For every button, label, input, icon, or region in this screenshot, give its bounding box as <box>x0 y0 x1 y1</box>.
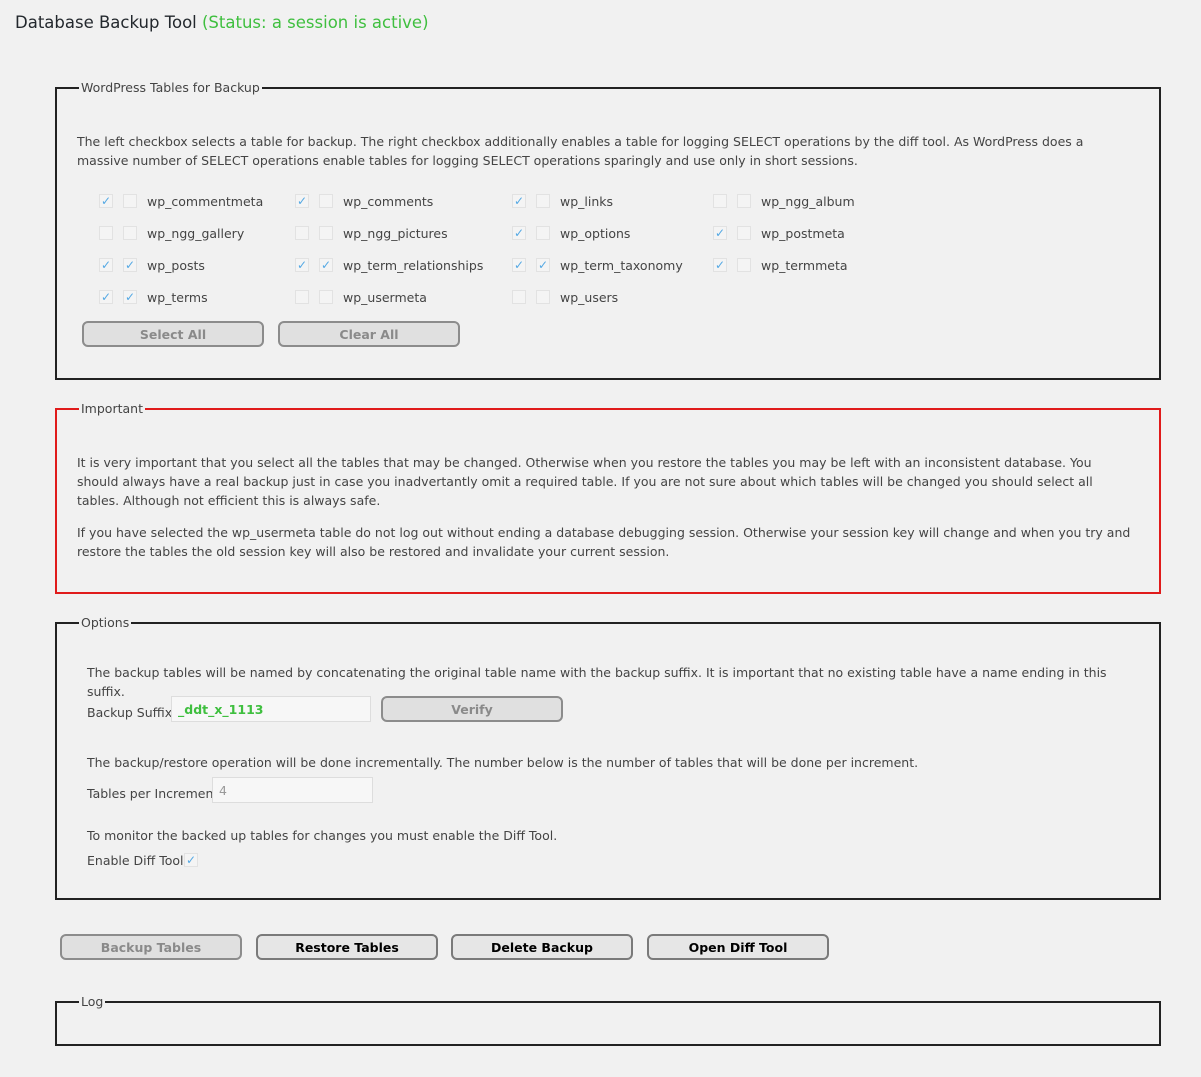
log-select-checkbox[interactable] <box>123 226 137 240</box>
table-option: wp_postmeta <box>713 225 845 241</box>
select-all-button[interactable]: Select All <box>82 321 264 347</box>
log-select-checkbox[interactable] <box>123 194 137 208</box>
log-select-checkbox[interactable] <box>737 258 751 272</box>
log-select-checkbox[interactable] <box>319 258 333 272</box>
log-select-checkbox[interactable] <box>737 194 751 208</box>
enable-diff-tool-checkbox[interactable] <box>184 853 198 867</box>
table-name-label: wp_termmeta <box>761 257 848 273</box>
table-name-label: wp_users <box>560 289 619 305</box>
backup-checkbox[interactable] <box>512 290 526 304</box>
backup-checkbox[interactable] <box>713 258 727 272</box>
table-option: wp_ngg_album <box>713 193 855 209</box>
table-name-label: wp_term_relationships <box>343 257 484 273</box>
table-option: wp_term_relationships <box>295 257 483 273</box>
table-option: wp_ngg_gallery <box>99 225 244 241</box>
table-option: wp_usermeta <box>295 289 427 305</box>
table-name-label: wp_postmeta <box>761 225 845 241</box>
backup-checkbox[interactable] <box>295 226 309 240</box>
log-select-checkbox[interactable] <box>536 194 550 208</box>
important-legend: Important <box>79 401 145 417</box>
backup-checkbox[interactable] <box>99 194 113 208</box>
log-select-checkbox[interactable] <box>536 290 550 304</box>
important-paragraph-1: It is very important that you select all… <box>77 455 1093 508</box>
table-name-label: wp_ngg_album <box>761 193 855 209</box>
tables-per-increment-label: Tables per Increment: <box>87 786 223 801</box>
log-select-checkbox[interactable] <box>536 258 550 272</box>
table-name-label: wp_comments <box>343 193 434 209</box>
page-title-text: Database Backup Tool <box>15 13 197 32</box>
increment-description: The backup/restore operation will be don… <box>87 755 919 770</box>
verify-button[interactable]: Verify <box>381 696 563 722</box>
table-name-label: wp_usermeta <box>343 289 427 305</box>
table-name-label: wp_commentmeta <box>147 193 264 209</box>
important-paragraph-2: If you have selected the wp_usermeta tab… <box>77 525 1131 559</box>
backup-checkbox[interactable] <box>512 258 526 272</box>
options-fieldset: Options The backup tables will be named … <box>55 615 1161 900</box>
backup-checkbox[interactable] <box>295 258 309 272</box>
table-name-label: wp_options <box>560 225 631 241</box>
table-name-label: wp_ngg_pictures <box>343 225 448 241</box>
table-name-label: wp_term_taxonomy <box>560 257 683 273</box>
backup-checkbox[interactable] <box>512 194 526 208</box>
tables-per-increment-input[interactable]: 4 <box>212 777 373 803</box>
backup-suffix-label: Backup Suffix: <box>87 705 177 720</box>
table-name-label: wp_links <box>560 193 614 209</box>
enable-diff-tool-wrap <box>184 852 208 867</box>
backup-checkbox[interactable] <box>713 194 727 208</box>
backup-checkbox[interactable] <box>295 290 309 304</box>
table-option: wp_posts <box>99 257 205 273</box>
table-option: wp_links <box>512 193 613 209</box>
table-option: wp_options <box>512 225 630 241</box>
table-option: wp_ngg_pictures <box>295 225 448 241</box>
backup-checkbox[interactable] <box>99 290 113 304</box>
log-select-checkbox[interactable] <box>319 226 333 240</box>
table-option: wp_users <box>512 289 618 305</box>
restore-tables-button[interactable]: Restore Tables <box>256 934 438 960</box>
log-select-checkbox[interactable] <box>319 290 333 304</box>
backup-checkbox[interactable] <box>99 226 113 240</box>
backup-suffix-input[interactable]: _ddt_x_1113 <box>171 696 371 722</box>
table-option: wp_terms <box>99 289 208 305</box>
backup-checkbox[interactable] <box>713 226 727 240</box>
backup-checkbox[interactable] <box>295 194 309 208</box>
delete-backup-button[interactable]: Delete Backup <box>451 934 633 960</box>
table-option: wp_comments <box>295 193 433 209</box>
options-legend: Options <box>79 615 132 631</box>
table-name-label: wp_terms <box>147 289 208 305</box>
page-title: Database Backup Tool (Status: a session … <box>15 13 429 32</box>
backup-checkbox[interactable] <box>512 226 526 240</box>
log-select-checkbox[interactable] <box>737 226 751 240</box>
log-legend: Log <box>79 994 106 1010</box>
log-select-checkbox[interactable] <box>123 290 137 304</box>
enable-diff-tool-label: Enable Diff Tool: <box>87 853 188 868</box>
tables-fieldset: WordPress Tables for Backup The left che… <box>55 80 1161 380</box>
table-name-label: wp_posts <box>147 257 205 273</box>
diff-description: To monitor the backed up tables for chan… <box>87 828 558 843</box>
backup-tables-button[interactable]: Backup Tables <box>60 934 242 960</box>
backup-checkbox[interactable] <box>99 258 113 272</box>
table-option: wp_commentmeta <box>99 193 263 209</box>
important-fieldset: Important It is very important that you … <box>55 401 1161 594</box>
log-select-checkbox[interactable] <box>319 194 333 208</box>
table-name-label: wp_ngg_gallery <box>147 225 245 241</box>
table-option: wp_termmeta <box>713 257 848 273</box>
open-diff-tool-button[interactable]: Open Diff Tool <box>647 934 829 960</box>
table-option: wp_term_taxonomy <box>512 257 683 273</box>
session-status: (Status: a session is active) <box>202 13 429 32</box>
log-select-checkbox[interactable] <box>123 258 137 272</box>
clear-all-button[interactable]: Clear All <box>278 321 460 347</box>
log-select-checkbox[interactable] <box>536 226 550 240</box>
log-fieldset: Log <box>55 994 1161 1046</box>
